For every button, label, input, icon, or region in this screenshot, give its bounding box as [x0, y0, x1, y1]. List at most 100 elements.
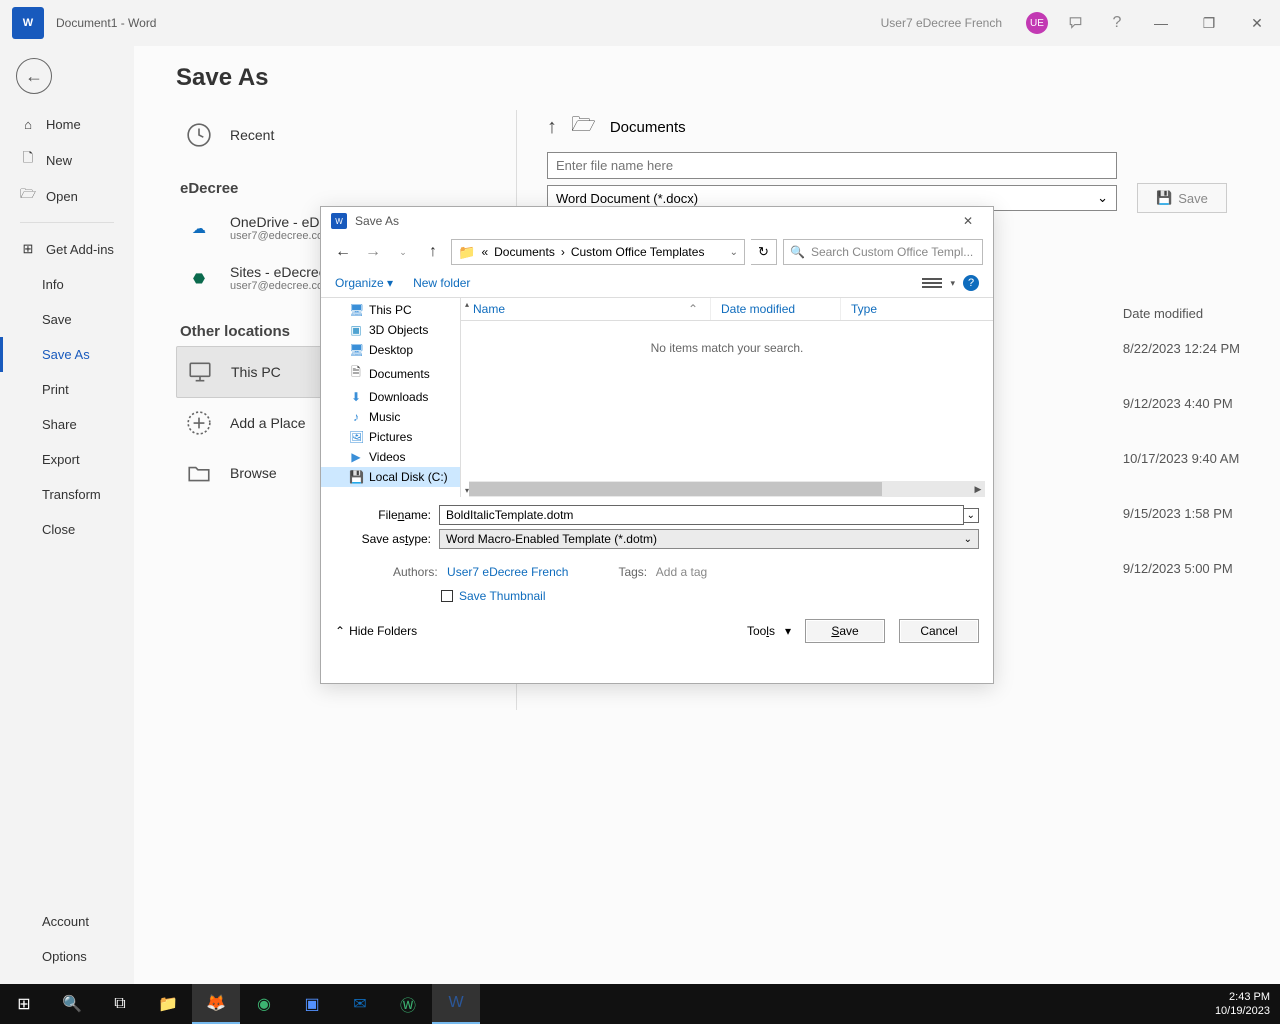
music-icon: ♪ — [349, 410, 363, 424]
organize-menu[interactable]: Organize ▾ — [335, 276, 393, 290]
view-options-button[interactable] — [922, 276, 942, 290]
savetype-select[interactable]: Word Macro-Enabled Template (*.dotm)⌄ — [439, 529, 979, 549]
col-type[interactable]: Type — [841, 298, 941, 320]
user-avatar[interactable]: UE — [1026, 12, 1048, 34]
backstage-sidebar: ← ⌂Home 🗋New 🗁Open ⊞Get Add-ins Info Sav… — [0, 46, 134, 984]
dialog-filename-input[interactable] — [439, 505, 964, 525]
explorer-button[interactable]: 📁 — [144, 984, 192, 1024]
tree-thispc[interactable]: 🖥This PC — [321, 300, 460, 320]
authors-value[interactable]: User7 eDecree French — [447, 565, 568, 579]
word-taskbar-button[interactable]: W — [432, 984, 480, 1024]
dialog-search-input[interactable]: 🔍Search Custom Office Templ... — [783, 239, 983, 265]
dialog-save-button[interactable]: Save — [805, 619, 885, 643]
empty-message: No items match your search. — [461, 341, 993, 355]
tree-music[interactable]: ♪Music — [321, 407, 460, 427]
nav-save[interactable]: Save — [0, 302, 134, 337]
view-dropdown-icon[interactable]: ▾ — [950, 278, 955, 289]
col-date[interactable]: Date modified — [711, 298, 841, 320]
nav-account[interactable]: Account — [0, 904, 134, 939]
dialog-close-button[interactable]: ✕ — [953, 214, 983, 228]
up-arrow-icon[interactable]: ↑ — [547, 116, 557, 139]
filename-dropdown-icon[interactable]: ⌄ — [964, 508, 979, 523]
tree-label: 3D Objects — [369, 323, 428, 337]
powershell-button[interactable]: ▣ — [288, 984, 336, 1024]
file-date: 9/12/2023 5:00 PM — [1123, 561, 1240, 576]
new-folder-button[interactable]: New folder — [413, 276, 470, 290]
maximize-button[interactable]: ❐ — [1194, 8, 1224, 38]
nav-transform[interactable]: Transform — [0, 477, 134, 512]
nav-label: Export — [42, 452, 80, 467]
pc-icon — [185, 357, 215, 387]
tree-pictures[interactable]: 🖼Pictures — [321, 427, 460, 447]
nav-forward-button[interactable]: → — [361, 240, 385, 264]
help-icon[interactable]: ? — [1106, 12, 1128, 34]
back-button[interactable]: ← — [16, 58, 52, 94]
nav-print[interactable]: Print — [0, 372, 134, 407]
breadcrumb-item[interactable]: Custom Office Templates — [571, 245, 705, 259]
window-title-bar: W Document1 - Word User7 eDecree French … — [0, 0, 1280, 46]
nav-options[interactable]: Options — [0, 939, 134, 974]
nav-new[interactable]: 🗋New — [0, 142, 134, 178]
system-clock[interactable]: 2:43 PM 10/19/2023 — [1205, 988, 1280, 1021]
save-thumbnail-label[interactable]: Save Thumbnail — [459, 589, 546, 603]
nav-export[interactable]: Export — [0, 442, 134, 477]
nav-open[interactable]: 🗁Open — [0, 178, 134, 214]
dialog-cancel-button[interactable]: Cancel — [899, 619, 979, 643]
file-date: 10/17/2023 9:40 AM — [1123, 451, 1240, 466]
nav-close[interactable]: Close — [0, 512, 134, 547]
save-thumbnail-checkbox[interactable] — [441, 590, 453, 602]
nav-saveas[interactable]: Save As — [0, 337, 134, 372]
search-button[interactable]: 🔍 — [48, 984, 96, 1024]
tools-menu[interactable]: Tools ▾ — [747, 624, 791, 638]
nav-label: Account — [42, 914, 89, 929]
clock-time: 2:43 PM — [1215, 990, 1270, 1004]
horizontal-scrollbar[interactable]: ◀▶ — [469, 481, 985, 497]
minimize-button[interactable]: — — [1146, 8, 1176, 38]
breadcrumb-dropdown-icon[interactable]: ⌄ — [730, 247, 738, 258]
hide-folders-button[interactable]: ⌃ Hide Folders — [335, 624, 417, 638]
date-modified-header[interactable]: Date modified — [1123, 306, 1240, 321]
firefox-button[interactable]: 🦊 — [192, 984, 240, 1024]
nav-label: Save — [42, 312, 72, 327]
tree-desktop[interactable]: 🖥Desktop — [321, 340, 460, 360]
col-name[interactable]: Name ⌃ — [461, 298, 711, 320]
tree-3dobjects[interactable]: ▣3D Objects — [321, 320, 460, 340]
nav-share[interactable]: Share — [0, 407, 134, 442]
nav-history-dropdown[interactable]: ⌄ — [391, 240, 415, 264]
nav-label: Options — [42, 949, 87, 964]
tree-videos[interactable]: ▶Videos — [321, 447, 460, 467]
chevron-up-icon: ⌃ — [335, 624, 345, 638]
task-view-button[interactable]: ⧉ — [96, 984, 144, 1024]
folder-icon[interactable]: 🗁 — [571, 110, 596, 144]
nav-label: Transform — [42, 487, 101, 502]
location-recent[interactable]: Recent — [176, 110, 476, 160]
save-button-main[interactable]: 💾Save — [1137, 183, 1227, 213]
tree-documents[interactable]: 🗎Documents — [321, 360, 460, 387]
add-place-icon — [184, 408, 214, 438]
search-icon: 🔍 — [790, 245, 805, 259]
nav-back-button[interactable]: ← — [331, 240, 355, 264]
nav-up-button[interactable]: ↑ — [421, 240, 445, 264]
close-window-button[interactable]: ✕ — [1242, 8, 1272, 38]
refresh-button[interactable]: ↻ — [751, 239, 777, 265]
webex-button[interactable]: ◉ — [240, 984, 288, 1024]
tree-downloads[interactable]: ⬇Downloads — [321, 387, 460, 407]
start-button[interactable]: ⊞ — [0, 984, 48, 1024]
feedback-icon[interactable] — [1066, 12, 1088, 34]
app-button[interactable]: Ⓦ — [384, 984, 432, 1024]
word-icon-small: W — [331, 213, 347, 229]
nav-info[interactable]: Info — [0, 267, 134, 302]
tags-value[interactable]: Add a tag — [656, 565, 707, 579]
address-bar[interactable]: 📁 « Documents› Custom Office Templates ⌄ — [451, 239, 745, 265]
outlook-button[interactable]: ✉ — [336, 984, 384, 1024]
breadcrumb-label[interactable]: Documents — [610, 119, 686, 136]
filename-input[interactable] — [547, 152, 1117, 179]
breadcrumb-item[interactable]: Documents — [494, 245, 555, 259]
nav-home[interactable]: ⌂Home — [0, 106, 134, 142]
dialog-help-button[interactable]: ? — [963, 275, 979, 291]
location-label: This PC — [231, 364, 281, 380]
nav-addins[interactable]: ⊞Get Add-ins — [0, 231, 134, 267]
savetype-value: Word Macro-Enabled Template (*.dotm) — [446, 532, 657, 546]
tree-localdisk[interactable]: 💾Local Disk (C:) — [321, 467, 460, 487]
clock-date: 10/19/2023 — [1215, 1004, 1270, 1018]
